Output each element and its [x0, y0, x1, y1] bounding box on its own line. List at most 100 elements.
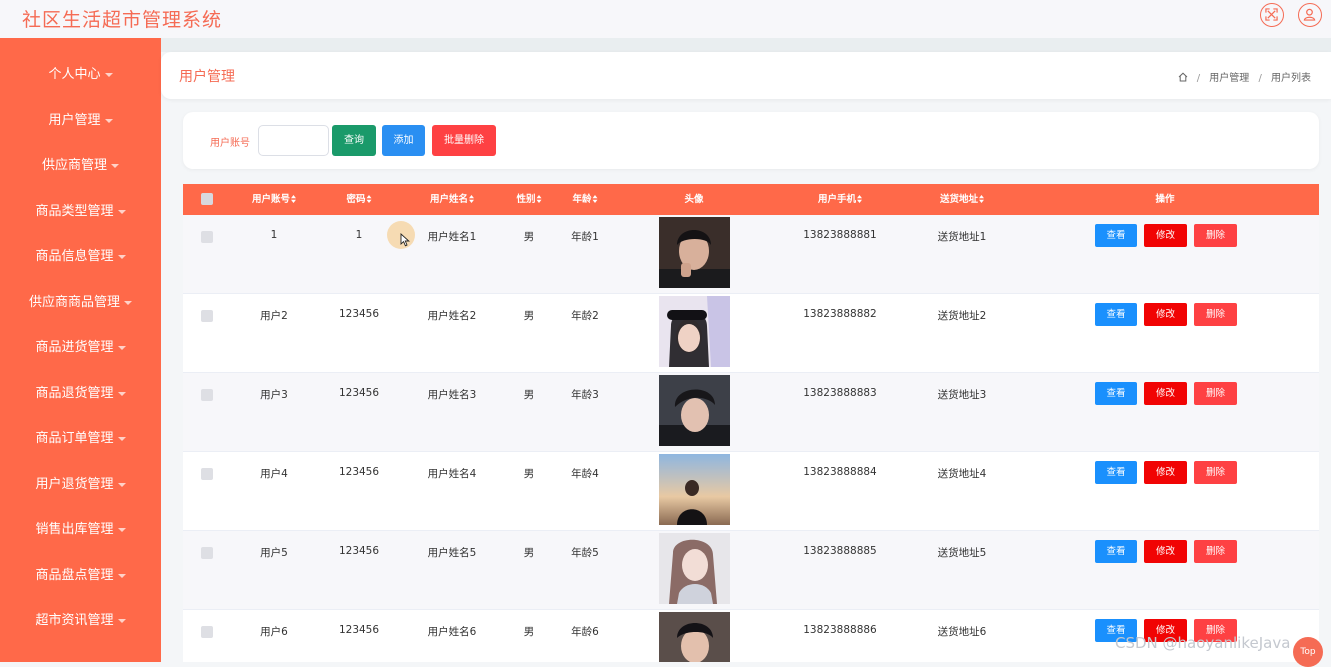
edit-button[interactable]: 修改 — [1144, 382, 1187, 405]
sort-icon — [469, 195, 475, 203]
cell-phone: 13823888883 — [803, 387, 877, 399]
cell-name: 用户姓名1 — [427, 231, 477, 243]
chevron-down-icon — [104, 72, 113, 77]
delete-button[interactable]: 删除 — [1194, 382, 1237, 405]
search-label: 用户账号 — [210, 138, 250, 149]
view-button[interactable]: 查看 — [1095, 224, 1137, 247]
delete-button[interactable]: 删除 — [1194, 461, 1237, 484]
sidebar-item-label: 超市资讯管理 — [35, 613, 114, 628]
column-header-name[interactable]: 用户姓名 — [430, 184, 475, 215]
sidebar-item-label: 商品退货管理 — [35, 386, 114, 401]
cell-phone: 13823888885 — [803, 545, 877, 557]
app-title: 社区生活超市管理系统 — [22, 9, 223, 31]
cell-age: 年龄3 — [571, 389, 599, 401]
cell-phone: 13823888884 — [803, 466, 877, 478]
sort-icon — [857, 195, 863, 203]
chevron-down-icon — [117, 482, 126, 487]
sidebar-item-user-management[interactable]: 用户管理 — [0, 98, 161, 143]
batch-delete-button[interactable]: 批量删除 — [432, 125, 496, 156]
view-button[interactable]: 查看 — [1095, 382, 1137, 405]
cell-password: 123456 — [338, 466, 380, 478]
user-icon — [1303, 8, 1316, 21]
cell-gender: 男 — [523, 547, 535, 559]
sidebar-item-product-info-management[interactable]: 商品信息管理 — [0, 234, 161, 279]
select-all-checkbox[interactable] — [201, 193, 213, 205]
sidebar-item-order-management[interactable]: 商品订单管理 — [0, 416, 161, 461]
cell-phone: 13823888882 — [803, 308, 877, 320]
user-button[interactable] — [1298, 3, 1322, 27]
edit-button[interactable]: 修改 — [1144, 224, 1187, 247]
sidebar-item-supplier-product-management[interactable]: 供应商商品管理 — [0, 280, 161, 325]
row-checkbox[interactable] — [201, 231, 213, 243]
avatar — [659, 217, 730, 288]
sidebar-item-label: 商品订单管理 — [35, 431, 114, 446]
table-row: 用户3 123456 用户姓名3 男 年龄3 13823888883 送货地址3… — [183, 373, 1319, 452]
cell-age: 年龄5 — [571, 547, 599, 559]
fullscreen-button[interactable] — [1260, 3, 1284, 27]
chevron-down-icon — [117, 573, 126, 578]
sidebar-item-sales-outbound-management[interactable]: 销售出库管理 — [0, 507, 161, 552]
column-header-gender[interactable]: 性别 — [516, 184, 542, 215]
sidebar-item-product-type-management[interactable]: 商品类型管理 — [0, 189, 161, 234]
avatar — [659, 296, 730, 367]
view-button[interactable]: 查看 — [1095, 540, 1137, 563]
sidebar-item-stock-in-management[interactable]: 商品进货管理 — [0, 325, 161, 370]
sidebar-item-inventory-check-management[interactable]: 商品盘点管理 — [0, 553, 161, 598]
delete-button[interactable]: 删除 — [1194, 303, 1237, 326]
column-header-account[interactable]: 用户账号 — [252, 184, 297, 215]
row-checkbox[interactable] — [201, 310, 213, 322]
delete-button[interactable]: 删除 — [1194, 540, 1237, 563]
table-row: 用户4 123456 用户姓名4 男 年龄4 13823888884 送货地址4… — [183, 452, 1319, 531]
column-header-password[interactable]: 密码 — [346, 184, 372, 215]
add-button[interactable]: 添加 — [382, 125, 425, 156]
sidebar-item-return-to-supplier-management[interactable]: 商品退货管理 — [0, 371, 161, 416]
sidebar-item-user-return-management[interactable]: 用户退货管理 — [0, 462, 161, 507]
cell-age: 年龄4 — [571, 468, 599, 480]
edit-button[interactable]: 修改 — [1144, 540, 1187, 563]
cell-address: 送货地址1 — [937, 231, 987, 243]
column-header-phone[interactable]: 用户手机 — [818, 184, 863, 215]
column-header-actions: 操作 — [1155, 194, 1175, 205]
chevron-down-icon — [117, 345, 126, 350]
chevron-down-icon — [117, 209, 126, 214]
sidebar-item-label: 商品盘点管理 — [35, 568, 114, 583]
edit-button[interactable]: 修改 — [1144, 461, 1187, 484]
sort-icon — [979, 195, 985, 203]
chevron-down-icon — [124, 300, 132, 305]
sidebar-item-label: 用户管理 — [48, 113, 101, 128]
delete-button[interactable]: 删除 — [1194, 224, 1237, 247]
chevron-down-icon — [117, 254, 126, 259]
sidebar-item-news-management[interactable]: 超市资讯管理 — [0, 598, 161, 643]
chevron-down-icon — [117, 527, 126, 532]
back-to-top-button[interactable]: Top — [1293, 637, 1323, 667]
page-header: 用户管理 / 用户管理 / 用户列表 — [161, 52, 1331, 99]
cell-age: 年龄2 — [571, 310, 599, 322]
chevron-down-icon — [117, 391, 126, 396]
sidebar-item-personal-center[interactable]: 个人中心 — [0, 52, 161, 97]
cell-password: 123456 — [338, 624, 380, 636]
sidebar-item-label: 用户退货管理 — [35, 477, 114, 492]
view-button[interactable]: 查看 — [1095, 303, 1137, 326]
row-checkbox[interactable] — [201, 468, 213, 480]
edit-button[interactable]: 修改 — [1144, 303, 1187, 326]
column-header-address[interactable]: 送货地址 — [940, 184, 985, 215]
cell-address: 送货地址5 — [937, 547, 987, 559]
column-header-age[interactable]: 年龄 — [572, 184, 598, 215]
fullscreen-icon — [1265, 8, 1278, 21]
view-button[interactable]: 查看 — [1095, 461, 1137, 484]
avatar — [659, 533, 730, 604]
breadcrumb-item[interactable]: 用户管理 — [1209, 73, 1249, 84]
sidebar-item-supplier-management[interactable]: 供应商管理 — [0, 143, 161, 188]
cell-name: 用户姓名2 — [427, 310, 477, 322]
row-checkbox[interactable] — [201, 547, 213, 559]
row-checkbox[interactable] — [201, 389, 213, 401]
cell-gender: 男 — [523, 468, 535, 480]
query-button[interactable]: 查询 — [332, 125, 376, 156]
account-search-input[interactable] — [258, 125, 329, 156]
cell-gender: 男 — [523, 231, 535, 243]
cell-age: 年龄6 — [571, 626, 599, 638]
row-checkbox[interactable] — [201, 626, 213, 638]
home-icon[interactable] — [1178, 72, 1188, 82]
page-title: 用户管理 — [179, 69, 235, 85]
top-bar: 社区生活超市管理系统 — [0, 0, 1331, 38]
